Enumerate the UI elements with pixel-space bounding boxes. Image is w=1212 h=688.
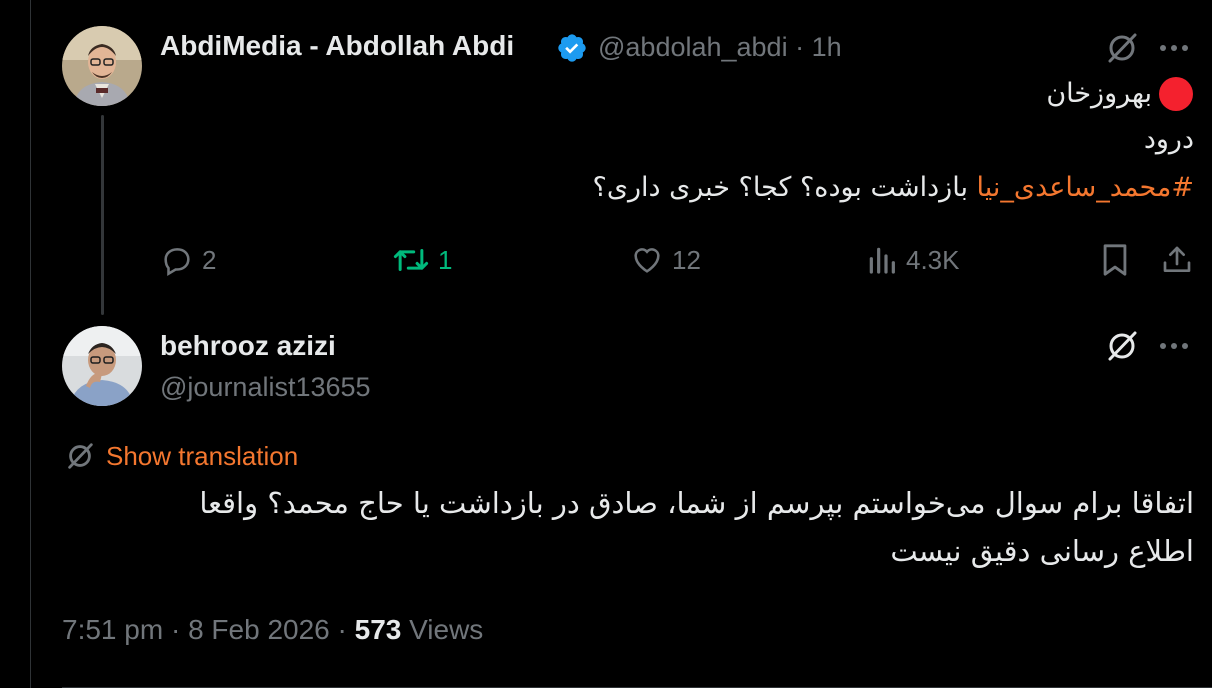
separator-dot: · xyxy=(337,614,347,645)
thread-connector-line xyxy=(101,115,104,315)
like-icon xyxy=(634,248,660,273)
tweet2-date[interactable]: 8 Feb 2026 xyxy=(188,614,330,645)
tweet1-author-name[interactable]: AbdiMedia - Abdollah Abdi xyxy=(160,30,514,62)
tweet2-views-count: 573 xyxy=(354,614,402,645)
repost-button[interactable]: 1 xyxy=(392,243,452,277)
tweet2-time[interactable]: 7:51 pm xyxy=(62,614,163,645)
like-count: 12 xyxy=(672,244,701,275)
more-icon[interactable] xyxy=(1154,326,1194,366)
views-button[interactable]: 4.3K xyxy=(866,243,960,277)
tweet1-time[interactable]: 1h xyxy=(812,32,842,62)
share-icon[interactable] xyxy=(1158,241,1196,279)
tweet2-handle[interactable]: @journalist13655 xyxy=(160,372,371,403)
tweet1-line-name: بهروزخان xyxy=(1046,78,1152,109)
grok-icon[interactable] xyxy=(1102,326,1142,366)
views-icon xyxy=(869,247,895,274)
avatar-abdimedia[interactable] xyxy=(62,26,142,106)
verified-badge-icon xyxy=(558,34,586,62)
tweet1-line-greeting: درود xyxy=(1143,124,1194,155)
more-icon[interactable] xyxy=(1154,28,1194,68)
timeline-left-border xyxy=(30,0,31,688)
tweet2-body-line2: اطلاع رسانی دقیق نیست xyxy=(890,534,1194,568)
views-count: 4.3K xyxy=(906,244,960,275)
tweet2-meta: 7:51 pm · 8 Feb 2026 · 573 Views xyxy=(62,614,483,646)
avatar-behrooz[interactable] xyxy=(62,326,142,406)
separator-dot: · xyxy=(795,32,805,62)
reply-button[interactable]: 2 xyxy=(160,243,216,277)
like-button[interactable]: 12 xyxy=(630,243,701,277)
show-translation-label: Show translation xyxy=(106,440,299,471)
separator-dot: · xyxy=(170,614,181,645)
tweet1-line-question: #محمد_ساعدی_نیا بازداشت بوده؟ کجا؟ خبری … xyxy=(592,172,1194,203)
show-translation-button[interactable]: Show translation xyxy=(64,440,298,472)
tweet2-author-name[interactable]: behrooz azizi xyxy=(160,330,336,362)
tweet2-views-label: Views xyxy=(409,614,484,645)
tweet1-handle[interactable]: @abdolah_abdi xyxy=(598,32,788,62)
translate-icon xyxy=(68,443,93,469)
tweet1-question-text: بازداشت بوده؟ کجا؟ خبری داری؟ xyxy=(592,172,977,203)
hashtag-link[interactable]: #محمد_ساعدی_نیا xyxy=(977,172,1194,203)
grok-icon[interactable] xyxy=(1102,28,1142,68)
reply-icon xyxy=(164,248,190,276)
repost-icon xyxy=(393,249,429,271)
reply-count: 2 xyxy=(202,244,217,275)
tweet2-body-line1: اتفاقا برام سوال می‌خواستم بپرسم از شما،… xyxy=(199,486,1194,520)
repost-count: 1 xyxy=(438,244,453,275)
red-circle-emoji-icon xyxy=(1159,77,1193,111)
bookmark-icon[interactable] xyxy=(1096,241,1134,279)
